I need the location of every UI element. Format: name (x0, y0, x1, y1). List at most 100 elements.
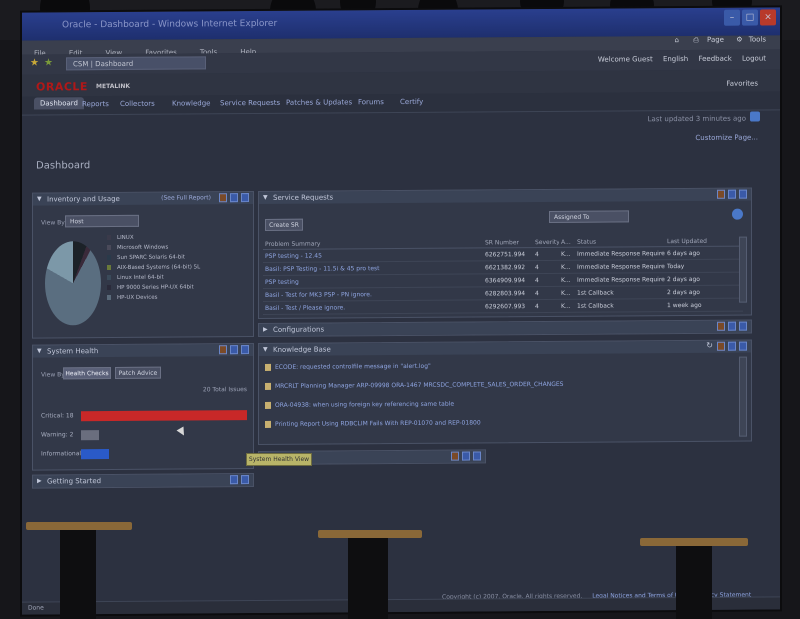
legend-item: Sun SPARC Solaris 64-bit (107, 252, 200, 263)
browser-toolbar: ⌂ ⎙ Page ⚙ Tools (675, 35, 766, 45)
health-checks-tab[interactable]: Health Checks (63, 367, 111, 380)
remove-icon[interactable] (241, 193, 249, 203)
last-updated: Today (665, 259, 743, 273)
logout-link[interactable]: Logout (742, 54, 766, 62)
kb-article-link[interactable]: MRCRLT Planning Manager ARP-09998 ORA-14… (275, 381, 563, 390)
remove-icon[interactable] (241, 475, 249, 485)
nav-forums[interactable]: Forums (358, 98, 384, 106)
product-name: METALINK (96, 82, 131, 91)
collapse-icon[interactable]: ▼ (37, 196, 42, 203)
list-item[interactable]: MRCRLT Planning Manager ARP-09998 ORA-14… (265, 381, 563, 390)
edit-icon[interactable] (451, 451, 459, 461)
list-item[interactable]: ECODE: requested controlfile message in … (265, 363, 431, 371)
minimize-icon[interactable] (728, 321, 736, 331)
minimize-icon[interactable] (728, 341, 736, 351)
col-sr-number[interactable]: SR Number (483, 238, 533, 248)
oracle-logo[interactable]: ORACLE (36, 80, 88, 93)
nav-patches[interactable]: Patches & Updates (286, 98, 352, 106)
view-by-select[interactable]: Host (65, 214, 139, 228)
kb-scrollbar[interactable] (739, 356, 747, 437)
expand-icon[interactable]: ▶ (263, 326, 268, 333)
minimize-icon[interactable] (728, 189, 736, 199)
kb-article-link[interactable]: Printing Report Using RDBCLIM Fails With… (275, 419, 481, 427)
assigned: K... (559, 260, 575, 274)
service-requests-table: Problem Summary SR Number Severity A... … (263, 236, 743, 315)
remove-icon[interactable] (473, 451, 481, 461)
minimize-icon[interactable] (230, 475, 238, 485)
problem-summary[interactable]: Basil - Test / Please ignore. (263, 299, 483, 315)
assigned-to-select[interactable]: Assigned To (549, 210, 629, 223)
remove-icon[interactable] (739, 189, 747, 199)
favorites-menu[interactable]: Favorites (726, 80, 758, 88)
col-severity[interactable]: Severity (533, 237, 559, 248)
document-icon (265, 401, 271, 409)
list-item[interactable]: Printing Report Using RDBCLIM Fails With… (265, 419, 481, 428)
edit-icon[interactable] (219, 345, 227, 355)
portlet-header: ▼ System Health (33, 344, 253, 358)
minimize-icon[interactable] (230, 193, 238, 203)
edit-icon[interactable] (717, 189, 725, 199)
minimize-icon[interactable] (230, 345, 238, 355)
list-item[interactable]: ORA-04938: when using foreign key refere… (265, 401, 454, 409)
url-field[interactable]: CSM | Dashboard (66, 56, 206, 71)
last-updated: 6 days ago (665, 246, 743, 260)
podium-left (26, 522, 132, 619)
favorites-star-icon[interactable]: ★ (30, 58, 39, 69)
tab-reports[interactable]: Reports (82, 100, 109, 108)
remove-icon[interactable] (739, 321, 747, 331)
table-row[interactable]: Basil - Test / Please ignore. 6292607.99… (263, 298, 743, 315)
nav-service-requests[interactable]: Service Requests (220, 99, 280, 107)
assigned: K... (559, 286, 575, 300)
maximize-button[interactable]: □ (742, 9, 758, 26)
gear-icon[interactable]: ⚙ (736, 36, 742, 44)
full-report-link[interactable]: (See Full Report) (161, 194, 211, 201)
portlet-title: Knowledge Base (273, 345, 331, 354)
language-select[interactable]: English (663, 55, 688, 63)
edit-icon[interactable] (219, 193, 227, 203)
minimize-button[interactable]: – (724, 9, 740, 26)
critical-bar[interactable] (81, 410, 247, 422)
tab-dashboard[interactable]: Dashboard (34, 97, 84, 110)
tools-menu[interactable]: Tools (749, 35, 766, 43)
print-icon[interactable]: ⎙ (693, 36, 699, 44)
status: 1st Callback (575, 298, 665, 313)
nav-knowledge[interactable]: Knowledge (172, 99, 210, 107)
remove-icon[interactable] (241, 345, 249, 355)
feedback-link[interactable]: Feedback (698, 55, 731, 63)
status: Immediate Response Required (575, 272, 665, 287)
warning-bar[interactable] (81, 430, 99, 441)
tab-collectors[interactable]: Collectors (120, 100, 155, 108)
add-favorite-icon[interactable]: ★ (44, 57, 53, 68)
informational-bar[interactable] (81, 449, 109, 460)
collapse-icon[interactable]: ▼ (263, 346, 268, 353)
nav-certify[interactable]: Certify (400, 98, 423, 106)
table-scrollbar[interactable] (739, 236, 747, 303)
close-button[interactable]: × (760, 9, 776, 26)
collapse-icon[interactable]: ▼ (263, 194, 268, 201)
document-icon (265, 420, 271, 428)
podium-right (640, 538, 748, 619)
edit-icon[interactable] (717, 341, 725, 351)
refresh-icon[interactable]: ↻ (706, 341, 713, 350)
remove-icon[interactable] (739, 341, 747, 351)
page-menu[interactable]: Page (707, 36, 724, 44)
legend-swatch (107, 265, 111, 271)
help-icon[interactable] (732, 208, 743, 220)
portlet-title: System Health (47, 347, 99, 356)
edit-icon[interactable] (717, 321, 725, 331)
expand-icon[interactable]: ▶ (37, 478, 42, 485)
minimize-icon[interactable] (462, 451, 470, 461)
kb-article-link[interactable]: ORA-04938: when using foreign key refere… (275, 401, 454, 409)
create-sr-button[interactable]: Create SR (265, 218, 303, 231)
patch-advice-tab[interactable]: Patch Advice (115, 366, 161, 379)
legend-label: HP 9000 Series HP-UX 64bit (117, 284, 194, 291)
window-title: Oracle - Dashboard - Windows Internet Ex… (62, 18, 278, 31)
home-icon[interactable]: ⌂ (675, 36, 679, 44)
legend-item: HP-UX Devices (107, 292, 200, 303)
kb-article-link[interactable]: ECODE: requested controlfile message in … (275, 363, 431, 371)
col-assigned[interactable]: A... (559, 237, 575, 248)
col-last-updated[interactable]: Last Updated (665, 236, 743, 247)
customize-page-link[interactable]: Customize Page... (695, 134, 758, 142)
refresh-icon[interactable] (750, 111, 760, 122)
collapse-icon[interactable]: ▼ (37, 348, 42, 355)
